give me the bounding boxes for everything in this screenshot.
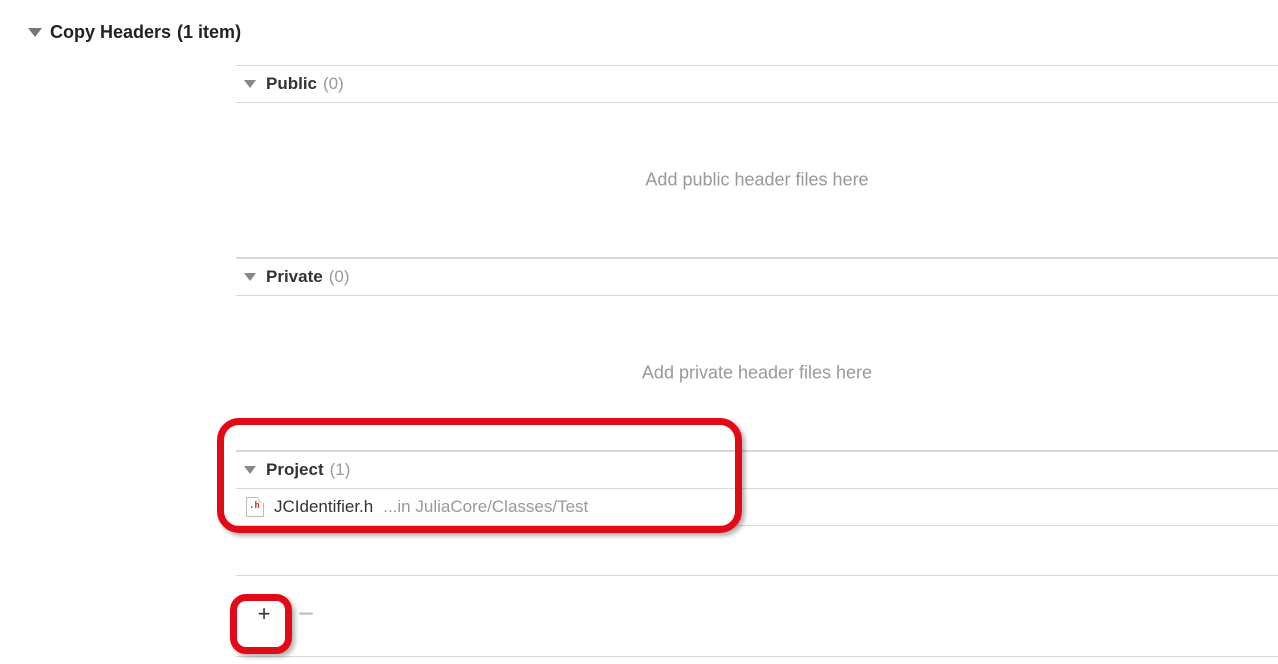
section-label: Private xyxy=(266,267,323,287)
section-project: Project (1) JCIdentifier.h ...in JuliaCo… xyxy=(236,451,1278,526)
placeholder-text: Add private header files here xyxy=(236,363,1278,384)
section-header-public[interactable]: Public (0) xyxy=(236,65,1278,103)
phase-title: Copy Headers xyxy=(50,22,171,43)
phase-header[interactable]: Copy Headers (1 item) xyxy=(0,0,1278,65)
chevron-down-icon xyxy=(244,466,256,474)
project-file-list: JCIdentifier.h ...in JuliaCore/Classes/T… xyxy=(236,489,1278,526)
section-header-private[interactable]: Private (0) xyxy=(236,258,1278,296)
section-public: Public (0) Add public header files here xyxy=(236,65,1278,258)
add-button[interactable]: + xyxy=(244,594,284,634)
placeholder-text: Add public header files here xyxy=(236,170,1278,191)
remove-button[interactable]: − xyxy=(286,594,326,634)
phase-count: (1 item) xyxy=(177,22,241,43)
section-count: (0) xyxy=(329,267,350,287)
chevron-down-icon xyxy=(244,80,256,88)
header-file-icon xyxy=(246,497,264,517)
toolbar: + − xyxy=(236,576,1278,657)
file-path: ...in JuliaCore/Classes/Test xyxy=(383,497,588,517)
section-label: Project xyxy=(266,460,324,480)
section-label: Public xyxy=(266,74,317,94)
section-count: (0) xyxy=(323,74,344,94)
section-count: (1) xyxy=(330,460,351,480)
chevron-down-icon xyxy=(28,28,42,37)
file-row[interactable]: JCIdentifier.h ...in JuliaCore/Classes/T… xyxy=(236,489,1278,525)
section-private: Private (0) Add private header files her… xyxy=(236,258,1278,451)
section-header-project[interactable]: Project (1) xyxy=(236,451,1278,489)
public-dropzone[interactable]: Add public header files here xyxy=(236,103,1278,258)
file-name: JCIdentifier.h xyxy=(274,497,373,517)
chevron-down-icon xyxy=(244,273,256,281)
divider xyxy=(236,526,1278,576)
private-dropzone[interactable]: Add private header files here xyxy=(236,296,1278,451)
